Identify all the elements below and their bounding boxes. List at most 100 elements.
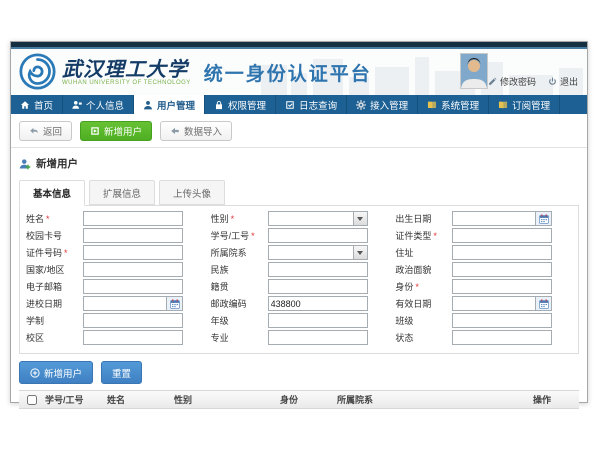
form-input[interactable]	[84, 297, 166, 310]
new-user-icon	[90, 126, 100, 136]
field-label: 进校日期	[26, 297, 83, 310]
section-title: 新增用户	[19, 156, 579, 171]
form-input[interactable]	[269, 297, 367, 310]
form-field: 学制	[26, 313, 203, 328]
logout-label: 退出	[560, 75, 578, 88]
pencil-icon	[488, 77, 497, 86]
university-name-cn: 武汉理工大学	[62, 58, 191, 80]
back-button[interactable]: 返回	[19, 121, 72, 141]
university-name-en: WUHAN UNIVERSITY OF TECHNOLOGY	[62, 80, 191, 86]
field-label: 身份*	[395, 280, 452, 293]
form-input[interactable]	[453, 331, 551, 344]
field-label-text: 学号/工号	[211, 231, 250, 241]
form-field: 状态	[395, 330, 572, 345]
form-input[interactable]	[453, 297, 535, 310]
calendar-icon[interactable]	[535, 297, 551, 310]
form-field: 学号/工号*	[211, 228, 388, 243]
input-wrap	[452, 211, 552, 226]
submit-add-user-button[interactable]: 新增用户	[19, 361, 93, 384]
reset-button[interactable]: 重置	[101, 361, 142, 384]
form-input[interactable]	[269, 280, 367, 293]
input-wrap	[268, 228, 368, 243]
tab[interactable]: 扩展信息	[89, 180, 155, 205]
field-label: 校园卡号	[26, 229, 83, 242]
form-input[interactable]	[84, 246, 182, 259]
form-input[interactable]	[453, 212, 535, 225]
select-all-cell	[19, 394, 41, 405]
dropdown-arrow-icon[interactable]	[353, 246, 367, 259]
form-input[interactable]	[453, 314, 551, 327]
form-input[interactable]	[269, 229, 367, 242]
form-input[interactable]	[84, 212, 182, 225]
form-field: 校区	[26, 330, 203, 345]
input-wrap	[268, 245, 368, 260]
field-label: 国家/地区	[26, 263, 83, 276]
field-label: 籍贯	[211, 280, 268, 293]
book-icon	[427, 100, 437, 110]
nav-tab-label: 首页	[34, 98, 53, 112]
input-wrap	[452, 228, 552, 243]
content: 返回 新增用户 数据导入 新增用户 基本信息扩展信息上传头像 姓名*性别*出生日…	[11, 114, 587, 409]
field-label: 住址	[395, 246, 452, 259]
select-all-checkbox[interactable]	[27, 395, 37, 405]
add-user-toolbar-button[interactable]: 新增用户	[80, 121, 152, 141]
input-wrap	[268, 313, 368, 328]
form-input[interactable]	[269, 331, 367, 344]
data-import-button[interactable]: 数据导入	[160, 121, 232, 141]
logout-link[interactable]: 退出	[548, 75, 578, 88]
field-label: 姓名*	[26, 212, 83, 225]
input-wrap	[452, 330, 552, 345]
person-icon	[143, 100, 153, 110]
form-field: 专业	[211, 330, 388, 345]
add-user-label: 新增用户	[104, 124, 142, 138]
form-input[interactable]	[84, 280, 182, 293]
nav-tab-label: 日志查询	[299, 98, 337, 112]
form-input[interactable]	[84, 314, 182, 327]
form-input[interactable]	[453, 263, 551, 276]
form-input[interactable]	[84, 263, 182, 276]
tab[interactable]: 基本信息	[19, 180, 85, 206]
nav-tab[interactable]: 用户管理	[134, 95, 205, 114]
form-input[interactable]	[453, 246, 551, 259]
nav-tab[interactable]: 订阅管理	[489, 95, 560, 114]
form-input[interactable]	[269, 314, 367, 327]
nav-tab-label: 订阅管理	[512, 98, 550, 112]
input-wrap	[83, 211, 183, 226]
calendar-icon[interactable]	[166, 297, 182, 310]
field-label: 所属院系	[211, 246, 268, 259]
form-input[interactable]	[84, 331, 182, 344]
brand: 武汉理工大学 WUHAN UNIVERSITY OF TECHNOLOGY 统一…	[19, 53, 372, 90]
nav-tab[interactable]: 系统管理	[418, 95, 489, 114]
dropdown-arrow-icon[interactable]	[353, 212, 367, 225]
nav-tab[interactable]: 首页	[11, 95, 63, 114]
input-wrap	[83, 279, 183, 294]
table-header-cell: 姓名	[103, 393, 170, 406]
form-input[interactable]	[269, 263, 367, 276]
power-icon	[548, 77, 557, 86]
nav-tab[interactable]: 日志查询	[276, 95, 347, 114]
change-password-link[interactable]: 修改密码	[488, 75, 536, 88]
nav-tab[interactable]: 接入管理	[347, 95, 418, 114]
plus-circle-icon	[30, 368, 40, 378]
form-field: 所属院系	[211, 245, 388, 260]
field-label: 政治面貌	[395, 263, 452, 276]
calendar-icon[interactable]	[535, 212, 551, 225]
form-input[interactable]	[453, 229, 551, 242]
nav-tab[interactable]: 权限管理	[205, 95, 276, 114]
user-avatar[interactable]	[460, 53, 488, 89]
required-star: *	[64, 248, 68, 258]
form-input[interactable]	[269, 212, 353, 225]
form-input[interactable]	[269, 246, 353, 259]
nav-tab[interactable]: 个人信息	[63, 95, 134, 114]
tab[interactable]: 上传头像	[159, 180, 225, 205]
field-label-text: 身份	[395, 282, 413, 292]
submit-label: 新增用户	[44, 366, 82, 380]
input-wrap	[268, 262, 368, 277]
section-title-label: 新增用户	[36, 156, 78, 171]
input-wrap	[83, 262, 183, 277]
nav-tab-label: 系统管理	[441, 98, 479, 112]
field-label: 学号/工号*	[211, 229, 268, 242]
form-input[interactable]	[453, 280, 551, 293]
form-input[interactable]	[84, 229, 182, 242]
back-label: 返回	[43, 124, 62, 138]
